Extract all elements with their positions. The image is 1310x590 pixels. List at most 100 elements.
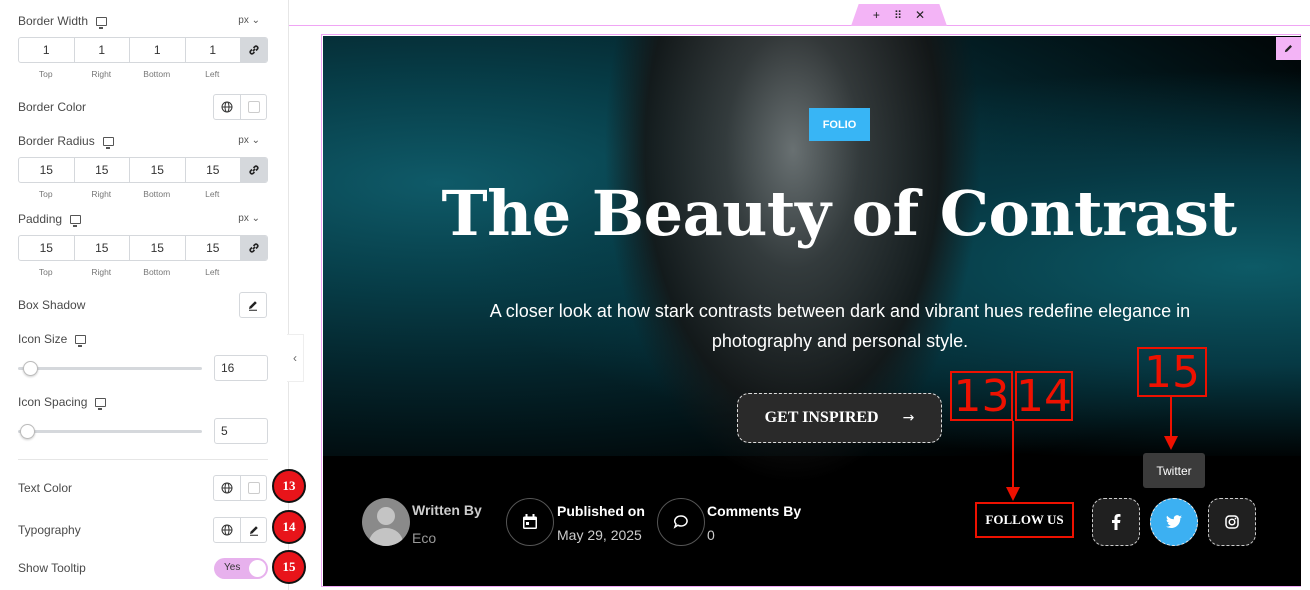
desktop-icon[interactable] — [75, 334, 87, 347]
pencil-icon[interactable] — [240, 518, 266, 542]
show-tooltip-toggle[interactable]: Yes — [214, 558, 268, 579]
icon-size-slider[interactable] — [18, 361, 202, 376]
side-labels: Top Right Bottom Left — [18, 69, 240, 79]
side-label: Bottom — [143, 69, 171, 79]
author-name[interactable]: Eco — [412, 530, 436, 546]
annotation-badge-15: 15 — [272, 550, 306, 584]
icon-spacing-label: Icon Spacing — [18, 395, 107, 410]
side-label: Top — [38, 189, 53, 199]
toggle-label: Yes — [224, 562, 241, 573]
pencil-icon[interactable] — [240, 293, 266, 317]
right-input[interactable]: 1 — [75, 38, 130, 62]
side-label: Left — [205, 189, 220, 199]
padding-label: Padding — [18, 212, 82, 227]
top-input[interactable]: 15 — [19, 236, 75, 260]
text-color-label: Text Color — [18, 481, 73, 495]
instagram-icon — [1225, 515, 1239, 529]
comment-icon — [657, 498, 705, 546]
link-icon[interactable] — [241, 158, 267, 182]
settings-panel: Border Width px ⌄ 1 1 1 1 Top Right Bottom… — [0, 0, 306, 590]
desktop-icon[interactable] — [96, 16, 108, 29]
close-icon[interactable]: ✕ — [915, 8, 925, 22]
padding-inputs: 15 15 15 15 — [18, 235, 268, 261]
slider-handle[interactable] — [20, 424, 35, 439]
published-label: Published on — [557, 503, 645, 519]
left-input[interactable]: 1 — [186, 38, 241, 62]
post-title[interactable]: The Beauty of Contrast — [323, 177, 1310, 250]
button-label: GET INSPIRED — [764, 409, 879, 426]
annotation-arrowhead — [1006, 487, 1020, 501]
desktop-icon[interactable] — [95, 397, 107, 410]
toggle-knob — [249, 560, 266, 577]
side-label: Left — [205, 267, 220, 277]
category-badge[interactable]: FOLIO — [809, 108, 870, 141]
annotation-arrowhead — [1164, 436, 1178, 450]
box-shadow-label: Box Shadow — [18, 298, 86, 312]
comments-count: 0 — [707, 527, 715, 543]
annotation-badge-13: 13 — [272, 469, 306, 503]
right-input[interactable]: 15 — [75, 158, 130, 182]
border-radius-label: Border Radius — [18, 134, 114, 149]
globe-icon[interactable] — [214, 476, 240, 500]
icon-spacing-slider[interactable] — [18, 424, 202, 439]
left-input[interactable]: 15 — [186, 158, 241, 182]
get-inspired-button[interactable]: GET INSPIRED → — [737, 393, 942, 443]
twitter-icon — [1166, 515, 1182, 529]
typography-label: Typography — [18, 523, 81, 537]
section-handle[interactable]: + ⠿ ✕ — [851, 4, 947, 26]
link-icon[interactable] — [241, 236, 267, 260]
twitter-button[interactable] — [1150, 498, 1198, 546]
slider-handle[interactable] — [23, 361, 38, 376]
follow-us-label: FOLLOW US — [975, 502, 1074, 538]
annotation-arrow-13-14 — [1012, 421, 1014, 489]
bottom-input[interactable]: 15 — [130, 158, 186, 182]
right-input[interactable]: 15 — [75, 236, 130, 260]
collapse-panel-button[interactable]: ‹ — [287, 334, 304, 382]
typography-control — [213, 517, 267, 543]
box-shadow-edit-button[interactable] — [239, 292, 267, 318]
edit-widget-button[interactable] — [1276, 37, 1301, 60]
bottom-input[interactable]: 15 — [130, 236, 186, 260]
add-icon[interactable]: + — [873, 8, 880, 22]
post-description: A closer look at how stark contrasts bet… — [489, 301, 1191, 351]
annotation-14: 14 — [1015, 370, 1073, 422]
border-width-label: Border Width — [18, 14, 108, 29]
desktop-icon[interactable] — [102, 136, 114, 149]
border-color-label: Border Color — [18, 100, 87, 114]
icon-spacing-input[interactable]: 5 — [214, 418, 268, 444]
unit-selector[interactable]: px ⌄ — [238, 15, 260, 26]
left-input[interactable]: 15 — [186, 236, 241, 260]
comments-label: Comments By — [707, 503, 802, 519]
side-label: Bottom — [143, 189, 171, 199]
color-swatch[interactable] — [240, 95, 266, 119]
link-icon[interactable] — [241, 38, 267, 62]
border-width-inputs: 1 1 1 1 — [18, 37, 268, 63]
author-avatar[interactable] — [362, 498, 410, 546]
icon-size-input[interactable]: 16 — [214, 355, 268, 381]
top-input[interactable]: 15 — [19, 158, 75, 182]
side-label: Bottom — [143, 267, 171, 277]
unit-selector[interactable]: px ⌄ — [238, 135, 260, 146]
globe-icon[interactable] — [214, 95, 240, 119]
bottom-input[interactable]: 1 — [130, 38, 186, 62]
author-label: Written By — [412, 502, 482, 518]
unit-selector[interactable]: px ⌄ — [238, 213, 260, 224]
annotation-arrow-15 — [1170, 397, 1172, 437]
facebook-icon — [1112, 514, 1121, 530]
desktop-icon[interactable] — [70, 214, 82, 227]
instagram-button[interactable] — [1208, 498, 1256, 546]
facebook-button[interactable] — [1092, 498, 1140, 546]
side-label: Top — [38, 267, 53, 277]
annotation-15: 15 — [1137, 347, 1207, 398]
side-labels: Top Right Bottom Left — [18, 189, 240, 199]
drag-handle-icon[interactable]: ⠿ — [894, 9, 902, 22]
globe-icon[interactable] — [214, 518, 240, 542]
color-swatch[interactable] — [240, 476, 266, 500]
side-label: Right — [91, 189, 112, 199]
top-input[interactable]: 1 — [19, 38, 75, 62]
show-tooltip-label: Show Tooltip — [18, 561, 86, 575]
twitter-tooltip: Twitter — [1143, 453, 1205, 488]
published-date: May 29, 2025 — [557, 527, 642, 543]
calendar-icon — [506, 498, 554, 546]
divider — [18, 459, 268, 460]
